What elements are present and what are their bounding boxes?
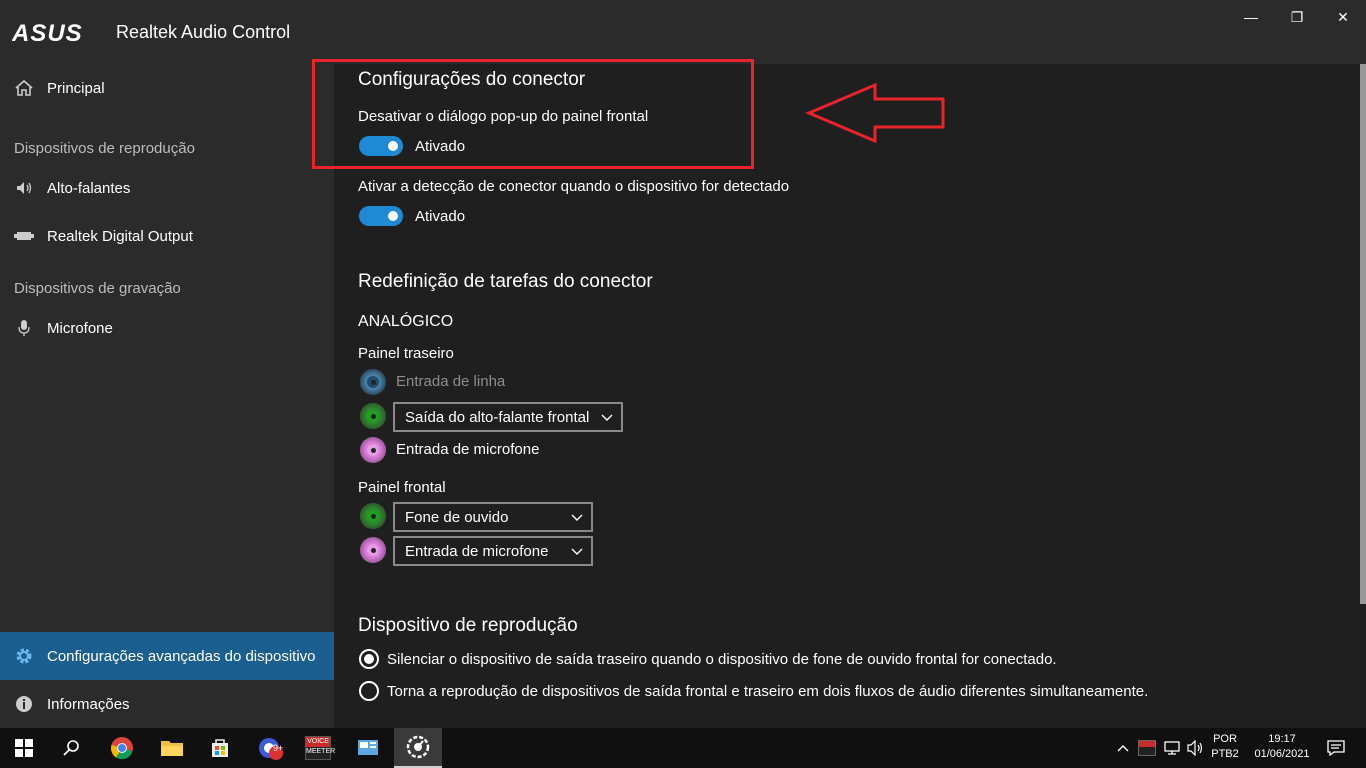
sidebar-item-label: Configurações avançadas do dispositivo bbox=[47, 647, 316, 665]
network-icon bbox=[1164, 741, 1180, 755]
control-panel-icon bbox=[358, 740, 378, 755]
sidebar-item-advanced-settings[interactable]: Configurações avançadas do dispositivo bbox=[0, 632, 334, 680]
volume-tray-icon[interactable] bbox=[1184, 728, 1208, 768]
info-icon bbox=[14, 694, 34, 714]
windows-icon bbox=[15, 739, 33, 757]
dual-stream-label: Torna a reprodução de dispositivos de sa… bbox=[387, 683, 1149, 700]
chevron-down-icon bbox=[571, 548, 583, 555]
search-button[interactable] bbox=[48, 728, 96, 768]
front-pink-jack-select[interactable]: Entrada de microfone bbox=[393, 536, 593, 566]
select-value: Entrada de microfone bbox=[405, 542, 549, 560]
rear-mic-label: Entrada de microfone bbox=[396, 441, 540, 458]
sidebar-item-label: Informações bbox=[47, 695, 130, 713]
chevron-down-icon bbox=[571, 514, 583, 521]
action-center-button[interactable] bbox=[1316, 728, 1356, 768]
network-tray-icon[interactable] bbox=[1160, 728, 1184, 768]
input-language[interactable]: POR PTB2 bbox=[1208, 733, 1242, 760]
minimize-button[interactable]: — bbox=[1228, 0, 1274, 34]
home-icon bbox=[14, 78, 34, 98]
select-value: Saída do alto-falante frontal bbox=[405, 408, 590, 426]
taskbar: 9+ VOICE MEETER POR PTB2 19:17 01/06/202… bbox=[0, 728, 1366, 768]
chevron-up-icon bbox=[1117, 745, 1129, 752]
content-scrollbar[interactable] bbox=[1360, 64, 1366, 604]
jack-detection-state: Ativado bbox=[415, 208, 466, 225]
keyboard-layout: PTB2 bbox=[1211, 748, 1239, 760]
sidebar-item-home[interactable]: Principal bbox=[0, 64, 334, 112]
dual-stream-radio[interactable] bbox=[359, 681, 379, 701]
maximize-button[interactable]: ❐ bbox=[1274, 0, 1320, 34]
select-value: Fone de ouvido bbox=[405, 508, 509, 526]
show-hidden-icons-button[interactable] bbox=[1112, 728, 1134, 768]
language-code: POR bbox=[1213, 733, 1237, 745]
asus-logo: ASUS bbox=[12, 21, 83, 45]
recording-devices-section: Dispositivos de gravação bbox=[14, 280, 181, 297]
sidebar: Principal Dispositivos de reprodução Alt… bbox=[0, 64, 334, 728]
clock-date: 01/06/2021 bbox=[1254, 748, 1310, 760]
sidebar-item-label: Alto-falantes bbox=[47, 179, 131, 197]
jack-pink-icon bbox=[360, 437, 386, 463]
voicemeeter-tray-icon[interactable] bbox=[1136, 728, 1158, 768]
svg-text:ASUS: ASUS bbox=[12, 21, 83, 45]
sidebar-item-label: Realtek Digital Output bbox=[47, 227, 193, 245]
sidebar-item-info[interactable]: Informações bbox=[0, 680, 334, 728]
voicemeeter-label-top: VOICE bbox=[306, 737, 330, 747]
realtek-audio-taskbar-button[interactable] bbox=[394, 728, 442, 768]
clock-time: 19:17 bbox=[1268, 733, 1296, 745]
rear-panel-label: Painel traseiro bbox=[358, 345, 454, 362]
voicemeeter-icon: VOICE MEETER bbox=[305, 736, 336, 760]
sidebar-item-digital-output[interactable]: Realtek Digital Output bbox=[0, 212, 334, 260]
control-panel-taskbar-button[interactable] bbox=[344, 728, 392, 768]
mute-rear-label: Silenciar o dispositivo de saída traseir… bbox=[387, 651, 1057, 668]
chrome-taskbar-button[interactable] bbox=[98, 728, 146, 768]
analog-label: ANALÓGICO bbox=[358, 313, 454, 330]
jack-detection-toggle[interactable] bbox=[359, 206, 403, 226]
notifications-icon bbox=[1327, 740, 1345, 756]
retasking-heading: Redefinição de tarefas do conector bbox=[358, 271, 653, 292]
jack-detection-label: Ativar a detecção de conector quando o d… bbox=[358, 178, 790, 195]
jack-green-icon bbox=[360, 503, 386, 529]
sidebar-item-label: Principal bbox=[47, 79, 105, 97]
search-icon bbox=[63, 740, 79, 756]
clock[interactable]: 19:17 01/06/2021 bbox=[1244, 733, 1320, 760]
realtek-audio-icon bbox=[406, 735, 430, 759]
notification-badge: 9+ bbox=[273, 743, 284, 753]
microphone-icon bbox=[14, 318, 34, 338]
playback-devices-section: Dispositivos de reprodução bbox=[14, 140, 195, 157]
speaker-icon bbox=[14, 178, 34, 198]
voicemeeter-icon bbox=[1138, 740, 1156, 756]
digital-output-icon bbox=[14, 226, 34, 246]
jack-pink-icon bbox=[360, 537, 386, 563]
jack-blue-icon bbox=[360, 369, 386, 395]
close-button[interactable]: ✕ bbox=[1320, 0, 1366, 34]
sidebar-item-microphone[interactable]: Microfone bbox=[0, 304, 334, 352]
gear-icon bbox=[14, 646, 34, 666]
playback-device-heading: Dispositivo de reprodução bbox=[358, 615, 578, 636]
voicemeeter-label-bottom: MEETER bbox=[306, 748, 336, 755]
voicemeeter-taskbar-button[interactable]: VOICE MEETER bbox=[294, 728, 342, 768]
rear-green-jack-select[interactable]: Saída do alto-falante frontal bbox=[393, 402, 623, 432]
sidebar-item-label: Microfone bbox=[47, 319, 113, 337]
app-title: Realtek Audio Control bbox=[116, 22, 291, 42]
annotation-arrow-icon bbox=[805, 82, 945, 144]
front-green-jack-select[interactable]: Fone de ouvido bbox=[393, 502, 593, 532]
store-taskbar-button[interactable] bbox=[196, 728, 244, 768]
start-button[interactable] bbox=[0, 728, 48, 768]
front-panel-label: Painel frontal bbox=[358, 479, 446, 496]
volume-icon bbox=[1187, 740, 1203, 756]
jack-green-icon bbox=[360, 403, 386, 429]
app-badge-taskbar-button[interactable]: 9+ bbox=[246, 728, 294, 768]
store-icon bbox=[212, 739, 228, 757]
mute-rear-radio[interactable] bbox=[359, 649, 379, 669]
title-bar: ASUS Realtek Audio Control — ❐ ✕ bbox=[0, 0, 1366, 64]
sidebar-item-speakers[interactable]: Alto-falantes bbox=[0, 164, 334, 212]
rear-line-in-label: Entrada de linha bbox=[396, 373, 506, 390]
annotation-highlight-box bbox=[312, 59, 754, 169]
chrome-icon bbox=[110, 737, 133, 760]
file-explorer-taskbar-button[interactable] bbox=[148, 728, 196, 768]
folder-icon bbox=[161, 741, 183, 756]
chevron-down-icon bbox=[601, 414, 613, 421]
